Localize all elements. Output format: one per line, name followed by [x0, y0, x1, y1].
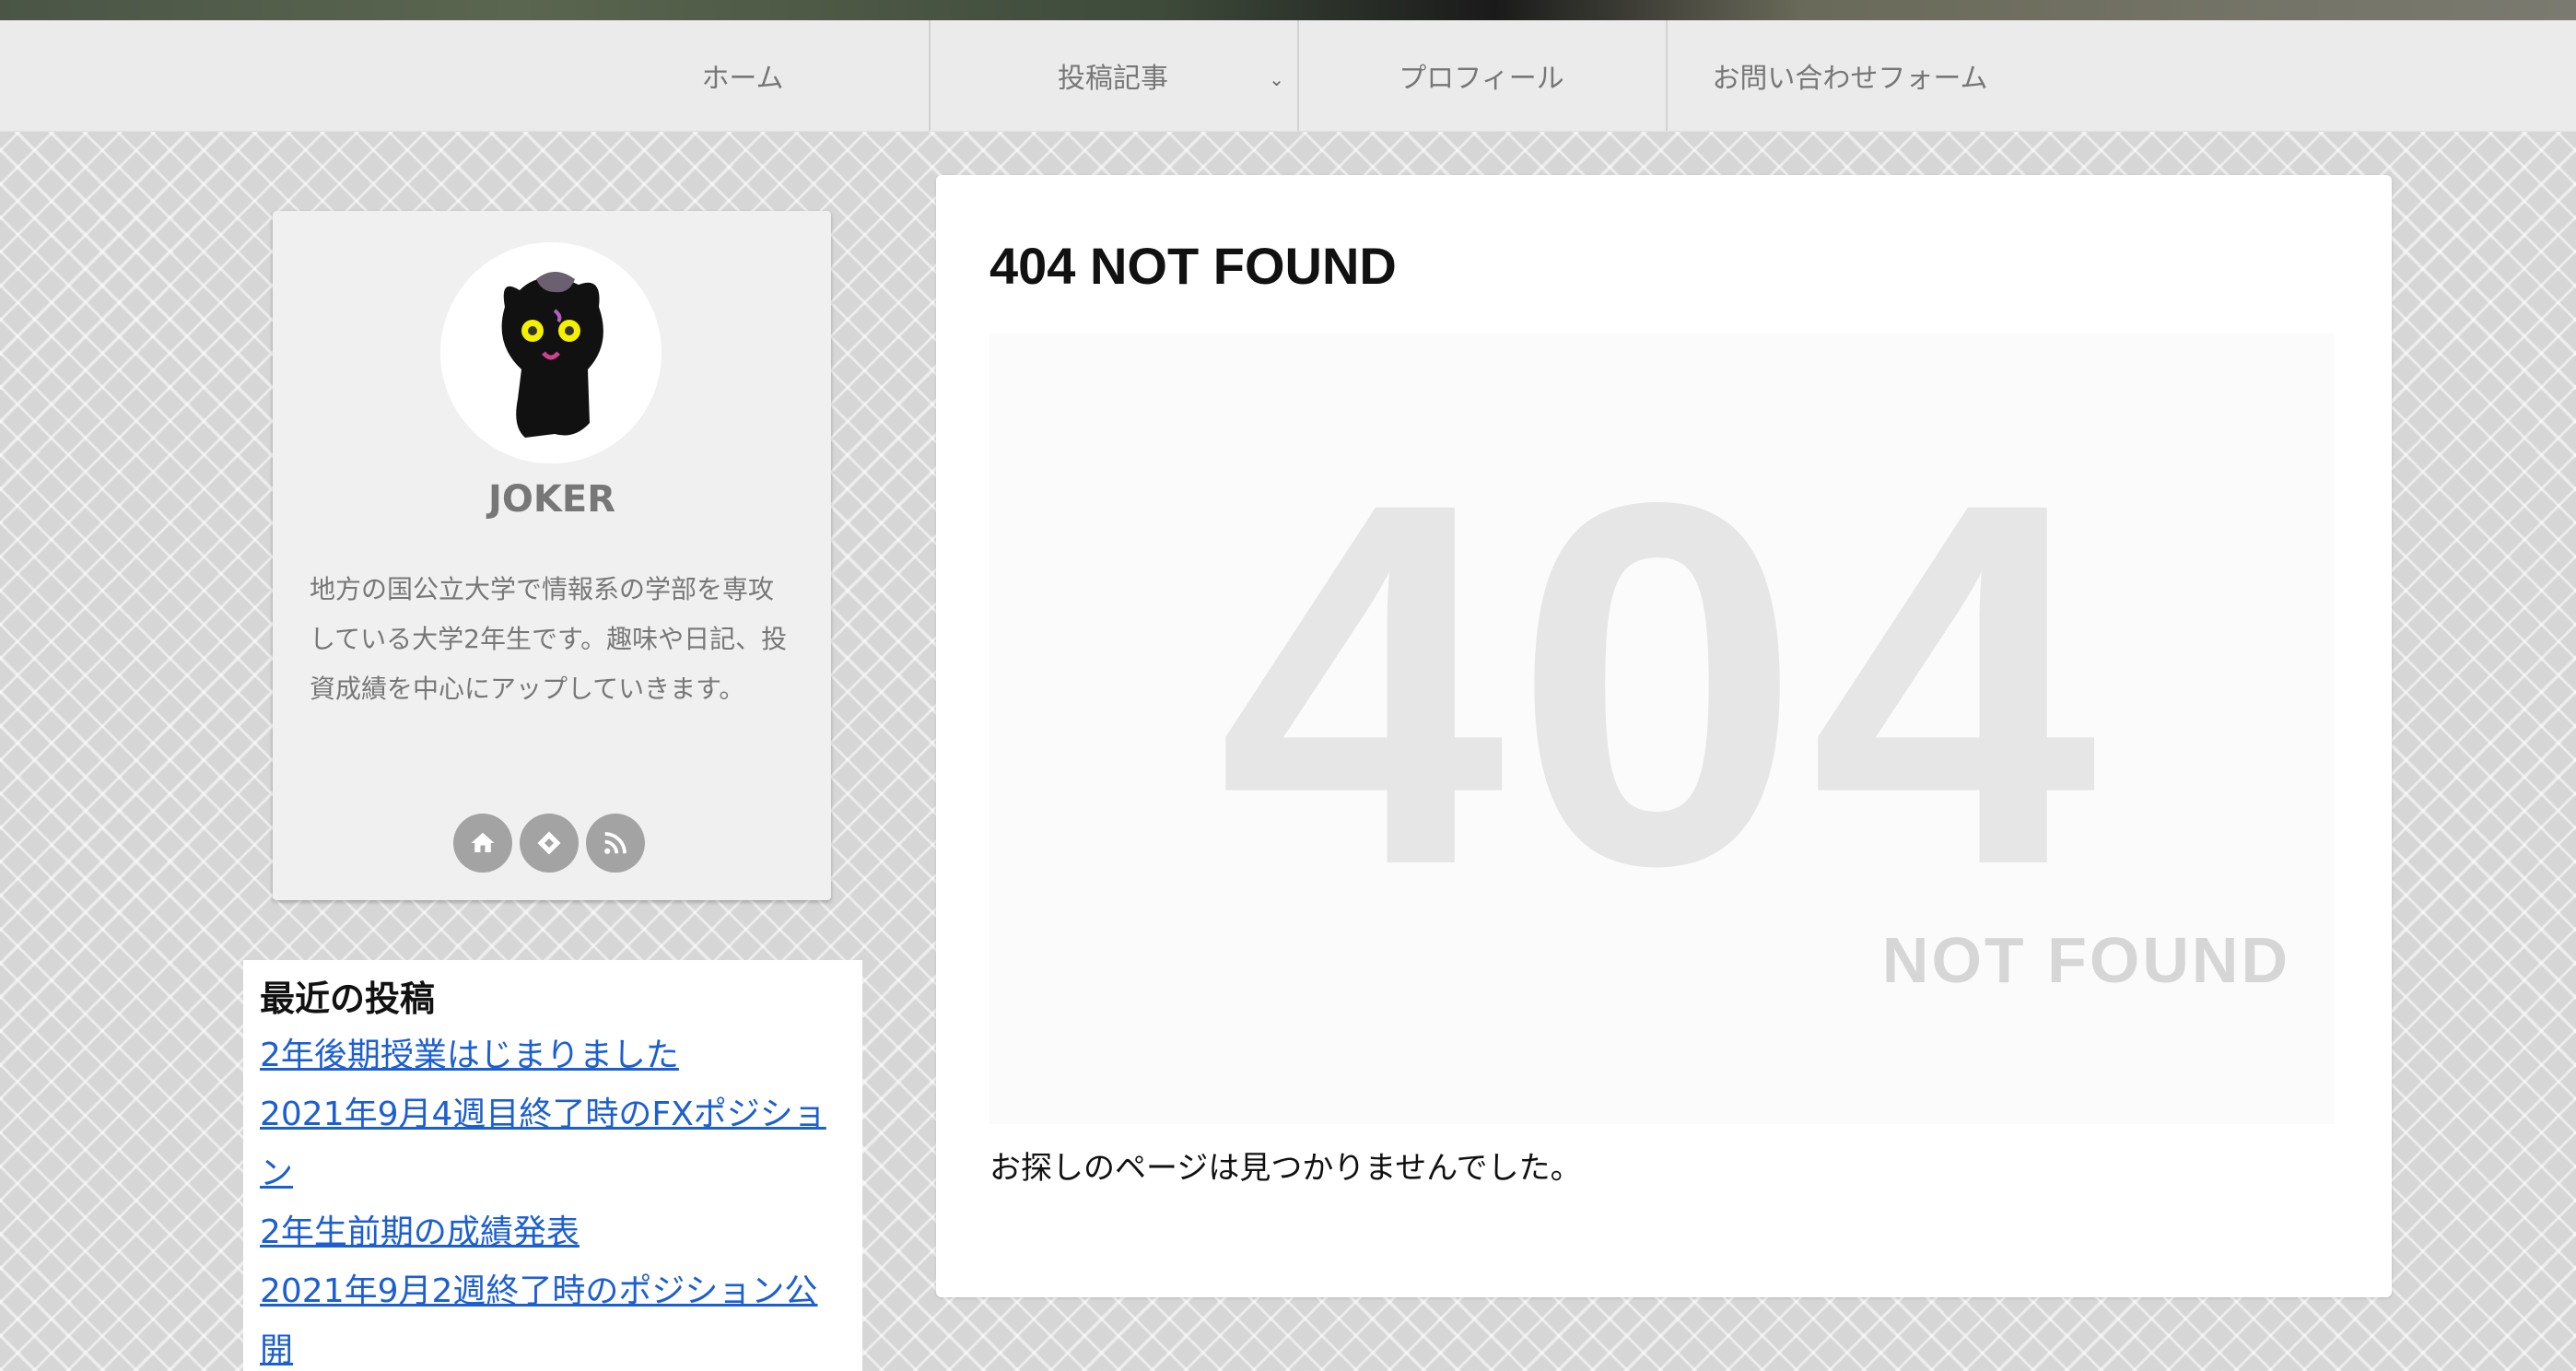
profile-name: JOKER [487, 478, 615, 521]
black-cat-avatar-icon [440, 242, 662, 463]
main-navigation: ホーム 投稿記事 ⌄ プロフィール お問い合わせフォーム [0, 20, 2576, 132]
page-title: 404 NOT FOUND [989, 237, 1397, 295]
recent-post-link[interactable]: 2021年9月4週目終了時のFXポジション [260, 1096, 826, 1192]
feedly-icon[interactable] [520, 814, 579, 873]
recent-post-link[interactable]: 2年後期授業はじまりました [260, 1037, 679, 1074]
profile-widget: JOKER 地方の国公立大学で情報系の学部を専攻している大学2年生です。趣味や日… [273, 211, 831, 900]
nav-item-label: ホーム [701, 63, 784, 95]
nav-item-profile[interactable]: プロフィール [1297, 20, 1666, 131]
recent-posts-list: 2年後期授業はじまりました 2021年9月4週目終了時のFXポジション 2年生前… [260, 1026, 846, 1371]
rss-icon[interactable] [586, 814, 645, 873]
list-item: 2年後期授業はじまりました [260, 1026, 846, 1085]
not-found-small-text: NOT FOUND [1881, 924, 2290, 996]
nav-item-label: プロフィール [1399, 63, 1564, 95]
nav-item-contact-form[interactable]: お問い合わせフォーム [1666, 20, 2034, 131]
404-large-text: 404 [1217, 395, 2107, 972]
recent-posts-widget: 最近の投稿 2年後期授業はじまりました 2021年9月4週目終了時のFXポジショ… [243, 960, 862, 1371]
list-item: 2021年9月4週目終了時のFXポジション [260, 1085, 846, 1203]
chevron-down-icon: ⌄ [1269, 68, 1284, 90]
nav-item-home[interactable]: ホーム [558, 20, 927, 131]
home-icon[interactable] [453, 814, 512, 873]
profile-description: 地方の国公立大学で情報系の学部を専攻している大学2年生です。趣味や日記、投資成績… [310, 574, 788, 704]
error-message: お探しのページは見つかりませんでした。 [989, 1150, 1582, 1187]
social-links [453, 814, 645, 873]
404-image: 404 NOT FOUND [989, 334, 2335, 1124]
main-content: 404 NOT FOUND 404 NOT FOUND お探しのページは見つかり… [936, 175, 2392, 1297]
recent-post-link[interactable]: 2021年9月2週終了時のポジション公開 [260, 1272, 817, 1369]
header-banner-image [0, 0, 2576, 20]
list-item: 2年生前期の成績発表 [260, 1203, 846, 1262]
nav-item-posts[interactable]: 投稿記事 ⌄ [929, 20, 1297, 131]
nav-item-label: お問い合わせフォーム [1712, 63, 1988, 95]
recent-posts-title: 最近の投稿 [260, 978, 436, 1019]
list-item: 2021年9月2週終了時のポジション公開 [260, 1262, 846, 1371]
recent-post-link[interactable]: 2年生前期の成績発表 [260, 1213, 580, 1251]
nav-item-label: 投稿記事 [1058, 63, 1168, 95]
avatar [440, 242, 662, 463]
